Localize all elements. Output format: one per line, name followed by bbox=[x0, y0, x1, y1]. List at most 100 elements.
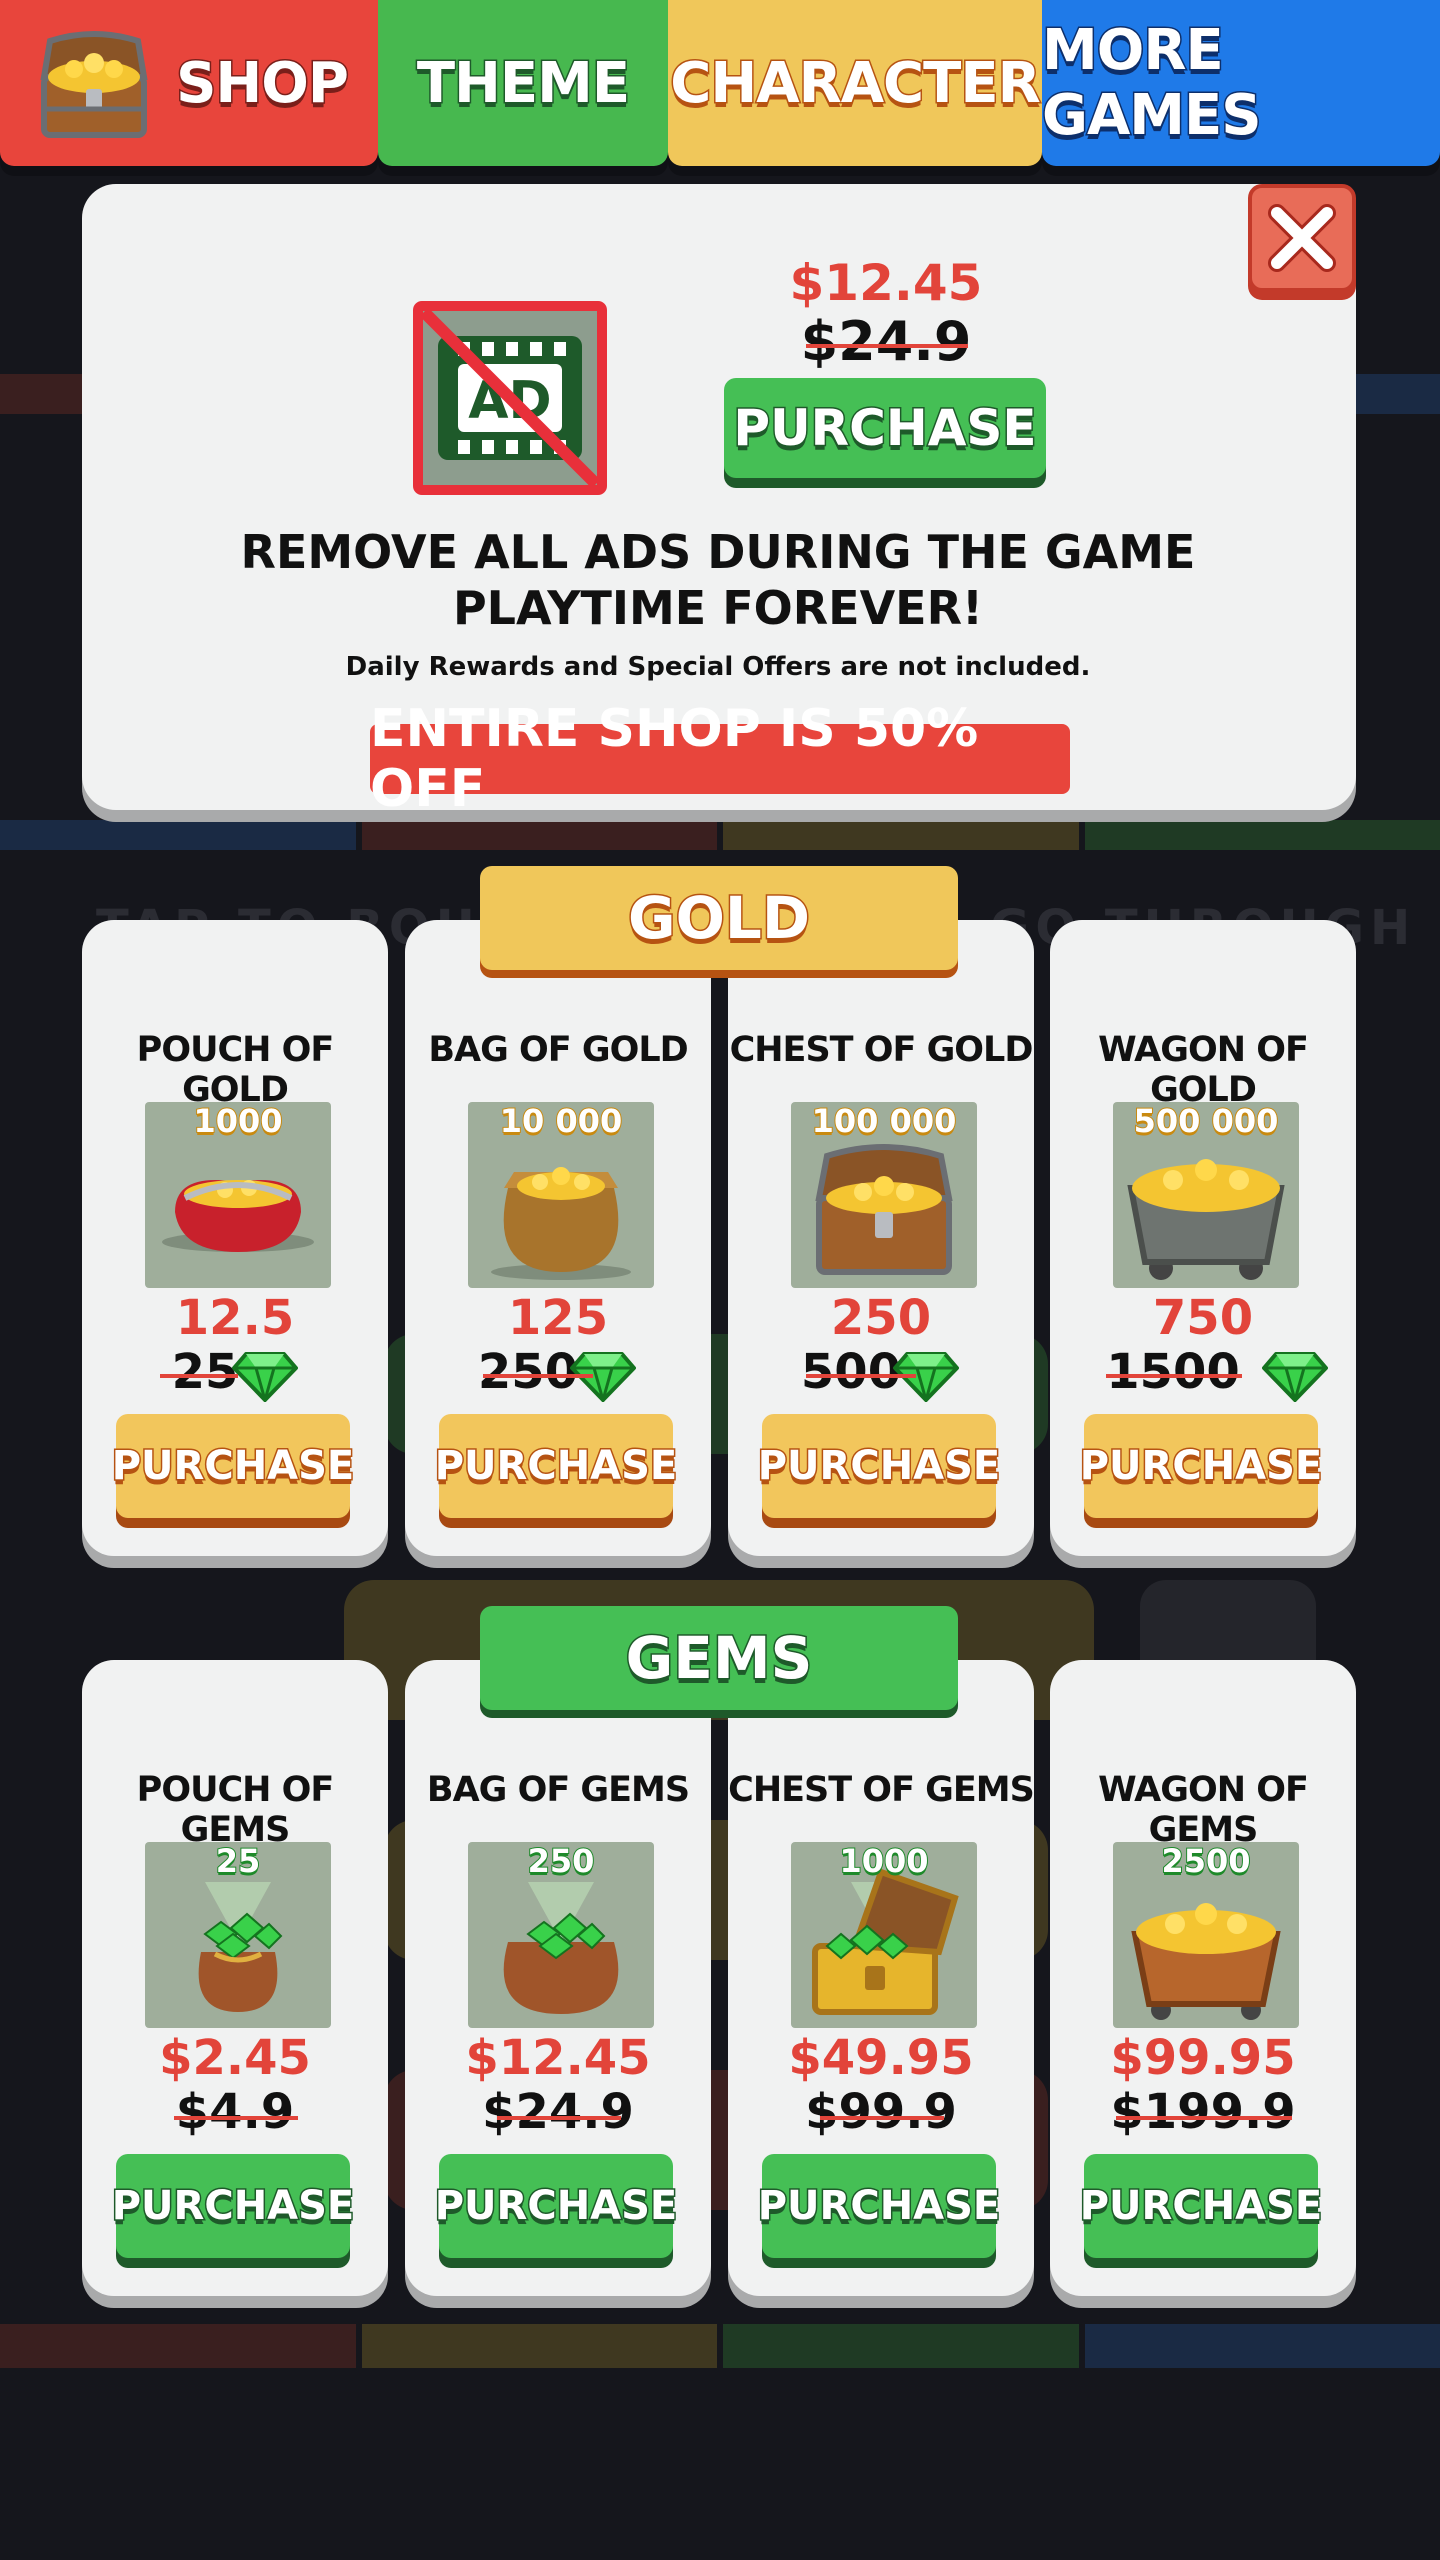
treasure-chest-icon bbox=[40, 31, 148, 138]
purchase-button[interactable]: PURCHASE bbox=[110, 2154, 356, 2258]
purchase-button[interactable]: PURCHASE bbox=[1078, 2154, 1324, 2258]
card-image: 500 000 bbox=[1113, 1102, 1299, 1288]
remove-ads-purchase-button[interactable]: PURCHASE bbox=[724, 378, 1046, 478]
no-ads-icon: AD bbox=[413, 301, 607, 495]
sale-banner: ENTIRE SHOP IS 50% OFF bbox=[370, 699, 1070, 819]
gold-section-banner: GOLD bbox=[480, 866, 958, 970]
quantity-label: 250 bbox=[527, 1842, 596, 1881]
gems-card: BAG OF GEMS 250 $12.45 $24.9 PURCHASE bbox=[405, 1660, 711, 2296]
purchase-label: PURCHASE bbox=[433, 1442, 679, 1491]
purchase-button[interactable]: PURCHASE bbox=[110, 1414, 356, 1518]
strikethrough bbox=[806, 344, 968, 348]
remove-ads-headline: REMOVE ALL ADS DURING THE GAME PLAYTIME … bbox=[82, 524, 1354, 636]
card-image: 1000 bbox=[791, 1842, 977, 2028]
background-band bbox=[0, 820, 1440, 850]
card-image: 100 000 bbox=[791, 1102, 977, 1288]
gold-card: BAG OF GOLD 10 000 125 250 PURCHASE bbox=[405, 920, 711, 1556]
top-tab-bar: SHOP THEME CHARACTER MORE GAMES bbox=[0, 0, 1440, 178]
tab-more-games-label: MORE GAMES bbox=[1041, 17, 1264, 150]
card-image: 250 bbox=[468, 1842, 654, 2028]
close-button[interactable] bbox=[1248, 184, 1356, 292]
quantity-label: 2500 bbox=[1160, 1842, 1251, 1881]
gems-section-title: GEMS bbox=[624, 1623, 814, 1694]
price-new: 125 bbox=[507, 1290, 609, 1346]
tab-character[interactable]: CHARACTER bbox=[668, 0, 1042, 166]
gems-card: CHEST OF GEMS 1000 $49.95 $99.9 PURCHASE bbox=[728, 1660, 1035, 2296]
quantity-label: 1000 bbox=[838, 1842, 929, 1881]
price-new: 12.5 bbox=[175, 1290, 295, 1346]
card-title: POUCH OF GEMS bbox=[136, 1770, 335, 1850]
remove-ads-note: Daily Rewards and Special Offers are not… bbox=[345, 652, 1091, 682]
purchase-label: PURCHASE bbox=[756, 1442, 1002, 1491]
price-old: $199.9 bbox=[1110, 2084, 1296, 2140]
strikethrough bbox=[1116, 2116, 1292, 2120]
purchase-button[interactable]: PURCHASE bbox=[1078, 1414, 1324, 1518]
tab-shop[interactable]: SHOP bbox=[0, 0, 378, 166]
close-icon bbox=[1268, 204, 1336, 272]
purchase-label: PURCHASE bbox=[732, 398, 1038, 459]
headline-line-2: PLAYTIME FOREVER! bbox=[452, 581, 984, 635]
strikethrough bbox=[1106, 1374, 1242, 1378]
price-old: $99.9 bbox=[805, 2084, 957, 2140]
card-title: CHEST OF GOLD bbox=[729, 1030, 1034, 1070]
tab-more-games[interactable]: MORE GAMES bbox=[1041, 0, 1440, 166]
price-new: $2.45 bbox=[159, 2030, 311, 2086]
card-image: 10 000 bbox=[468, 1102, 654, 1288]
quantity-label: 25 bbox=[215, 1842, 262, 1881]
purchase-button[interactable]: PURCHASE bbox=[433, 1414, 679, 1518]
price-old: 250 bbox=[477, 1344, 579, 1400]
purchase-button[interactable]: PURCHASE bbox=[433, 2154, 679, 2258]
gems-card: POUCH OF GEMS 25 $2.45 $4.9 PURCHASE bbox=[82, 1660, 388, 2296]
card-image: 25 bbox=[145, 1842, 331, 2028]
purchase-label: PURCHASE bbox=[1078, 1442, 1324, 1491]
tab-character-label: CHARACTER bbox=[669, 49, 1042, 117]
strikethrough bbox=[174, 2116, 298, 2120]
background-band bbox=[0, 2324, 1440, 2368]
gems-card: WAGON OF GEMS 2500 $99.95 $199.9 PURCHASE bbox=[1050, 1660, 1356, 2296]
remove-ads-price-old: $24.9 bbox=[800, 310, 972, 373]
gold-card: WAGON OF GOLD 500 000 750 1500 PURCHASE bbox=[1050, 920, 1356, 1556]
quantity-label: 500 000 bbox=[1133, 1102, 1280, 1141]
price-new: 750 bbox=[1152, 1290, 1254, 1346]
tab-shop-label: SHOP bbox=[175, 49, 351, 117]
purchase-button[interactable]: PURCHASE bbox=[756, 2154, 1002, 2258]
price-new: $49.95 bbox=[788, 2030, 974, 2086]
strikethrough bbox=[806, 1374, 916, 1378]
card-title: POUCH OF GOLD bbox=[136, 1030, 335, 1110]
price-old: 500 bbox=[800, 1344, 902, 1400]
strikethrough bbox=[497, 2116, 621, 2120]
gold-card: POUCH OF GOLD 1000 12.5 25 PURCHASE bbox=[82, 920, 388, 1556]
strikethrough bbox=[820, 2116, 944, 2120]
card-title: CHEST OF GEMS bbox=[728, 1770, 1035, 1810]
purchase-label: PURCHASE bbox=[110, 2182, 356, 2231]
quantity-label: 10 000 bbox=[499, 1102, 623, 1141]
gold-card: CHEST OF GOLD 100 000 250 500 PURCHASE bbox=[728, 920, 1034, 1556]
card-title: BAG OF GOLD bbox=[428, 1030, 688, 1070]
tab-theme-label: THEME bbox=[415, 49, 631, 117]
strikethrough bbox=[483, 1374, 593, 1378]
remove-ads-price-new: $12.45 bbox=[789, 254, 983, 312]
gems-section-banner: GEMS bbox=[480, 1606, 958, 1710]
purchase-label: PURCHASE bbox=[433, 2182, 679, 2231]
card-title: BAG OF GEMS bbox=[426, 1770, 690, 1810]
card-title: WAGON OF GOLD bbox=[1098, 1030, 1309, 1110]
gem-icon bbox=[232, 1352, 298, 1402]
price-new: $12.45 bbox=[465, 2030, 651, 2086]
tab-theme[interactable]: THEME bbox=[378, 0, 668, 166]
card-image: 2500 bbox=[1113, 1842, 1299, 2028]
headline-line-1: REMOVE ALL ADS DURING THE GAME bbox=[240, 525, 1196, 579]
purchase-label: PURCHASE bbox=[1078, 2182, 1324, 2231]
price-new: $99.95 bbox=[1110, 2030, 1296, 2086]
purchase-label: PURCHASE bbox=[110, 1442, 356, 1491]
card-title: WAGON OF GEMS bbox=[1098, 1770, 1309, 1850]
card-image: 1000 bbox=[145, 1102, 331, 1288]
purchase-button[interactable]: PURCHASE bbox=[756, 1414, 1002, 1518]
purchase-label: PURCHASE bbox=[756, 2182, 1002, 2231]
shop-screen: TAP TO BOUN GO THROUGH SHOP THEME CHARAC… bbox=[0, 0, 1440, 2560]
gold-section-title: GOLD bbox=[626, 883, 811, 954]
quantity-label: 1000 bbox=[192, 1102, 283, 1141]
price-new: 250 bbox=[830, 1290, 932, 1346]
quantity-label: 100 000 bbox=[811, 1102, 958, 1141]
gem-icon bbox=[1262, 1352, 1328, 1402]
price-old: $4.9 bbox=[175, 2084, 295, 2140]
